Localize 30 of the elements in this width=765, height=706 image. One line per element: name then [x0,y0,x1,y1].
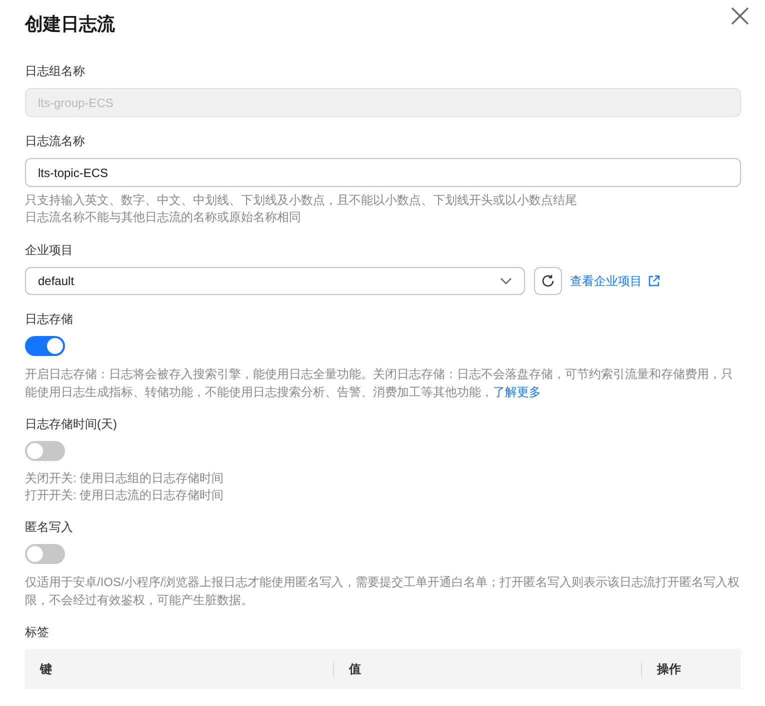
refresh-icon [541,274,555,288]
column-header: 键 [40,661,52,678]
toggle-switch[interactable] [25,544,65,564]
description-text: 开启日志存储：日志将会被存入搜索引擎，能使用日志全量功能。关闭日志存储：日志不会落盘存储，可节约索引流量和存储费用，只能使用日志生成指标、转储功能，不能使用日志搜索分析、告警、消费加工等其他功能，了解更多 [25,366,734,401]
chevron-down-icon [500,277,512,285]
external-link-icon [648,275,660,287]
hint-text: 只支持输入英文、数字、中文、中划线、下划线及小数点，且不能以小数点、下划线开头或以小数点结尾 [25,192,577,209]
learn-more-link[interactable]: 了解更多 [493,385,541,399]
hint-text: 打开开关: 使用日志流的日志存储时间 [25,487,224,504]
hint-text: 关闭开关: 使用日志组的日志存储时间 [25,470,224,487]
toggle-switch[interactable] [25,336,65,356]
field-label: 日志流名称 [25,133,85,149]
field-label: 日志存储 [25,311,73,327]
close-icon[interactable] [731,7,749,25]
text-field[interactable]: lts-topic-ECS [25,158,741,187]
field-label: 日志存储时间(天) [25,416,117,432]
field-label: 日志组名称 [25,63,85,79]
column-header: 操作 [657,661,681,678]
dropdown-value: default [38,273,74,290]
refresh-button[interactable] [534,267,562,295]
field-label: 标签 [25,624,49,640]
dropdown-field[interactable]: default [25,267,525,295]
enterprise-project-link[interactable]: 查看企业项目 [570,272,660,290]
field-label: 企业项目 [25,242,73,258]
hint-text: 日志流名称不能与其他日志流的名称或原始名称相同 [25,209,301,226]
toggle-switch[interactable] [25,441,65,461]
column-header: 值 [349,661,361,678]
field-label: 匿名写入 [25,519,73,535]
description-text: 仅适用于安卓/IOS/小程序/浏览器上报日志才能使用匿名写入，需要提交工单开通白名单；打开匿名写入则表示该日志流打开匿名写入权限，不会经过有效鉴权，可能产生脏数据。 [25,574,741,609]
dialog-title: 创建日志流 [25,13,115,36]
